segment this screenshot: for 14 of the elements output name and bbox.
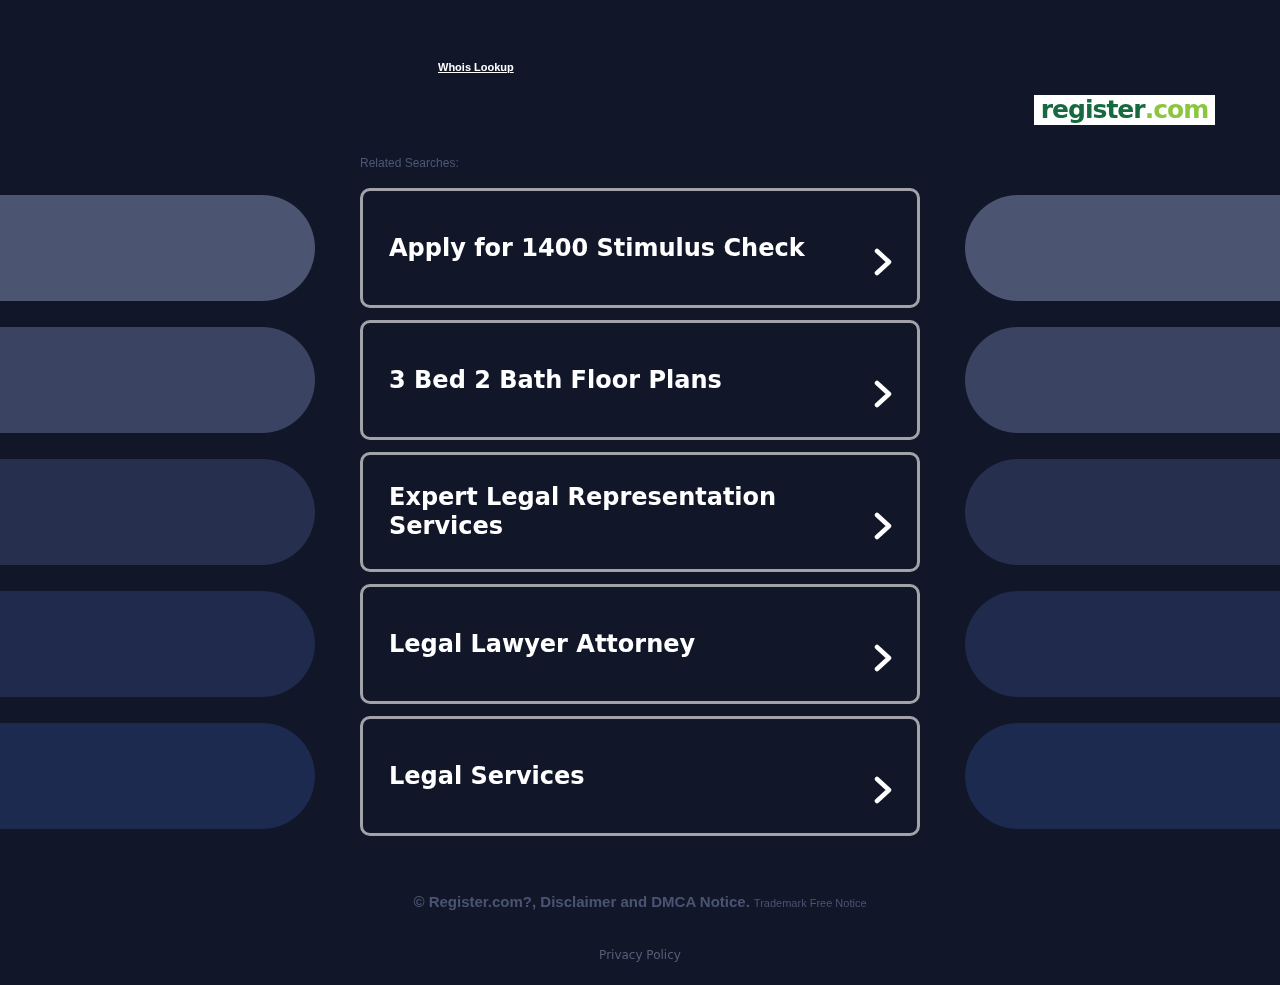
chevron-right-icon bbox=[874, 644, 892, 672]
chevron-right-icon bbox=[874, 380, 892, 408]
chevron-right-icon bbox=[874, 776, 892, 804]
related-search-link[interactable]: Legal Services bbox=[360, 716, 920, 836]
site-logo[interactable]: register.com bbox=[1034, 95, 1215, 125]
chevron-right-icon bbox=[874, 512, 892, 540]
related-search-link[interactable]: Legal Lawyer Attorney bbox=[360, 584, 920, 704]
whois-link[interactable]: Whois Lookup bbox=[438, 60, 514, 74]
related-searches-heading: Related Searches: bbox=[360, 156, 459, 170]
related-search-link[interactable]: Expert Legal Representation Services bbox=[360, 452, 920, 572]
chevron-right-icon bbox=[874, 248, 892, 276]
related-search-link[interactable]: Apply for 1400 Stimulus Check bbox=[360, 188, 920, 308]
copyright-notice: © Register.com?, Disclaimer and DMCA Notice. bbox=[413, 893, 750, 911]
related-search-link[interactable]: 3 Bed 2 Bath Floor Plans bbox=[360, 320, 920, 440]
